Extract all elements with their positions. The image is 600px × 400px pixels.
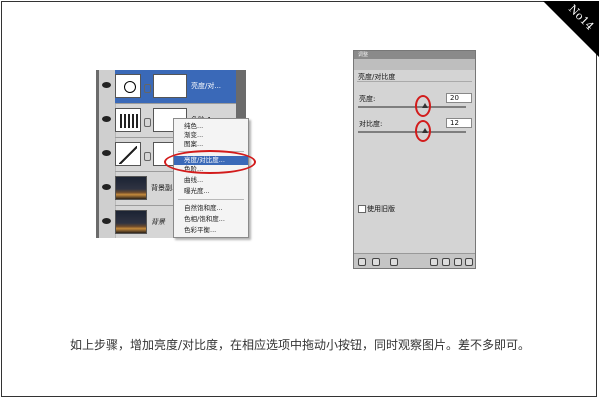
highlight-ring-contrast-handle — [415, 120, 431, 142]
link-icon — [144, 118, 151, 127]
eye-icon[interactable] — [102, 184, 111, 190]
curves-adjustment-icon — [115, 142, 141, 166]
link-icon — [144, 152, 151, 161]
contrast-label: 对比度: — [359, 120, 383, 128]
eye-icon[interactable] — [102, 150, 111, 156]
corner-badge: No14 — [543, 1, 599, 57]
menu-item-gradient[interactable]: 渐变... — [174, 131, 248, 140]
panel-header — [354, 59, 475, 70]
menu-item-hue-saturation[interactable]: 色相/饱和度... — [174, 215, 248, 224]
instruction-caption: 如上步骤，增加亮度/对比度，在相应选项中拖动小按钮，同时观察图片。差不多即可。 — [69, 338, 531, 352]
brightness-value-field[interactable]: 20 — [446, 93, 472, 103]
delete-icon[interactable] — [465, 258, 473, 266]
divider — [357, 81, 472, 82]
clip-icon[interactable] — [390, 258, 398, 266]
link-icon — [144, 84, 151, 93]
contrast-slider-track[interactable] — [358, 131, 466, 133]
layer-mask-thumbnail — [153, 74, 187, 98]
layer-name: 背景 — [151, 218, 165, 226]
menu-item-vibrance[interactable]: 自然饱和度... — [174, 204, 248, 213]
brightness-slider-track[interactable] — [358, 106, 466, 108]
panel-footer — [354, 253, 475, 268]
eye-icon[interactable] — [102, 82, 111, 88]
photo-thumbnail — [115, 210, 147, 234]
levels-adjustment-icon — [115, 108, 141, 132]
panel-tab[interactable]: 调整 — [358, 51, 368, 59]
highlight-ring-brightness-handle — [415, 95, 431, 117]
eye-icon[interactable] — [102, 116, 111, 122]
menu-item-curves[interactable]: 曲线... — [174, 176, 248, 185]
highlight-ring-menu-item — [164, 150, 256, 174]
panel-title-bar: 调整 — [354, 51, 475, 59]
menu-separator — [178, 199, 244, 200]
adjustments-panel: 调整 亮度/对比度 亮度: 20 对比度: 12 使用旧版 — [353, 50, 476, 269]
brightness-adjustment-icon — [115, 74, 141, 98]
legacy-checkbox[interactable] — [358, 205, 366, 213]
view-previous-icon[interactable] — [442, 258, 450, 266]
legacy-checkbox-label: 使用旧版 — [367, 205, 395, 213]
visibility-icon[interactable] — [430, 258, 438, 266]
reset-icon[interactable] — [454, 258, 462, 266]
layer-name: 亮度/对... — [191, 82, 222, 90]
expand-icon[interactable] — [372, 258, 380, 266]
contrast-value-field[interactable]: 12 — [446, 118, 472, 128]
menu-item-exposure[interactable]: 曝光度... — [174, 187, 248, 196]
eye-icon[interactable] — [102, 218, 111, 224]
photo-thumbnail — [115, 176, 147, 200]
adjustment-layer-menu: 纯色... 渐变... 图案... 亮度/对比度... 色阶... 曲线... … — [173, 118, 249, 238]
menu-item-solid-color[interactable]: 纯色... — [174, 122, 248, 131]
back-icon[interactable] — [358, 258, 366, 266]
menu-item-pattern[interactable]: 图案... — [174, 140, 248, 149]
layer-row-brightness[interactable]: 亮度/对... — [102, 70, 236, 104]
menu-item-color-balance[interactable]: 色彩平衡... — [174, 226, 248, 235]
brightness-label: 亮度: — [359, 95, 376, 103]
